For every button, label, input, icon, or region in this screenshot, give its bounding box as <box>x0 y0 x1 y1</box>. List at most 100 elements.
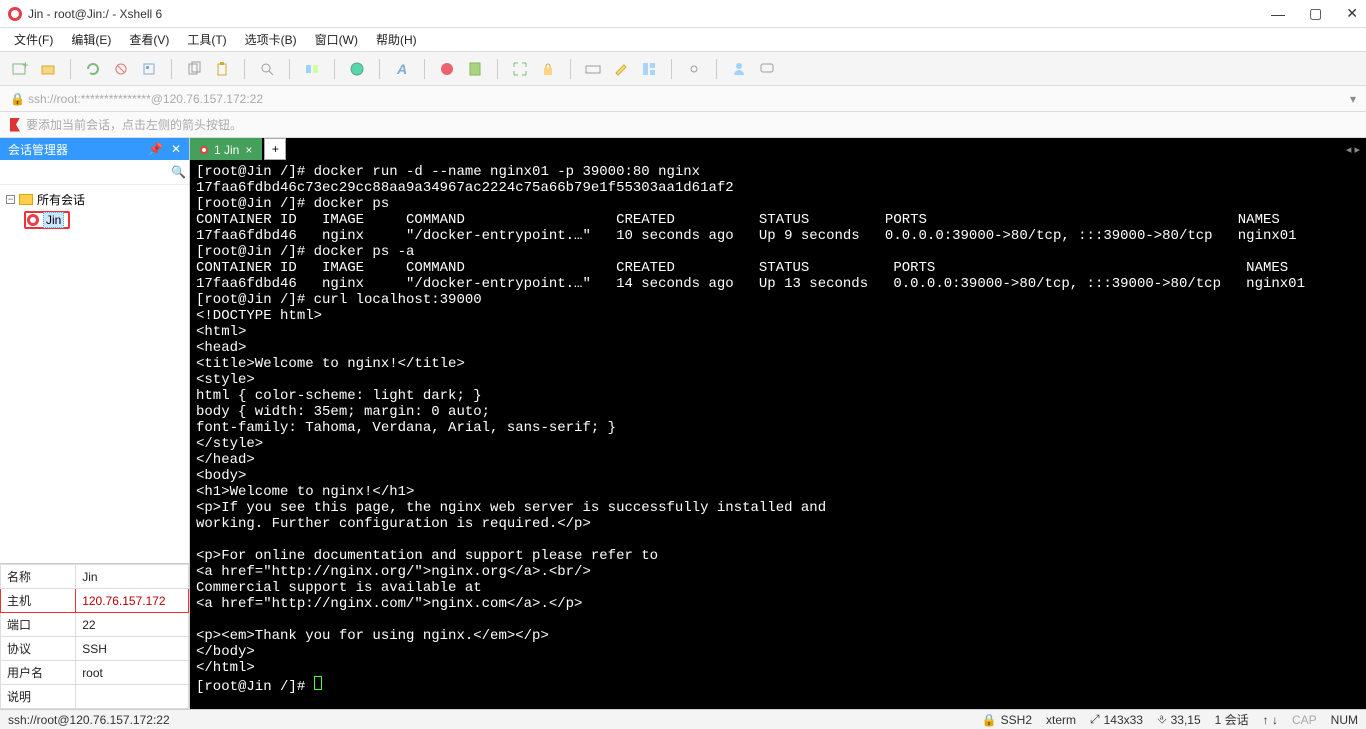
prop-row-port: 端口22 <box>1 613 189 637</box>
tree-session-label: Jin <box>43 212 64 228</box>
folder-icon <box>19 194 33 205</box>
address-text[interactable]: ssh://root:***************@120.76.157.17… <box>28 92 263 106</box>
tab-nav[interactable]: ◂ ▸ <box>1340 138 1366 160</box>
script-icon[interactable] <box>465 59 485 79</box>
separator <box>424 59 425 79</box>
separator <box>671 59 672 79</box>
menu-window[interactable]: 窗口(W) <box>315 31 358 48</box>
terminal[interactable]: [root@Jin /]# docker run -d --name nginx… <box>190 160 1366 709</box>
menu-file[interactable]: 文件(F) <box>14 31 53 48</box>
add-tab-button[interactable]: + <box>264 138 286 160</box>
separator <box>379 59 380 79</box>
tree-root-label: 所有会话 <box>37 191 85 208</box>
link-icon[interactable] <box>684 59 704 79</box>
prop-row-host: 主机120.76.157.172 <box>1 589 189 613</box>
address-bar: 🔒 ssh://root:***************@120.76.157.… <box>0 86 1366 112</box>
tab-close-icon[interactable]: × <box>245 143 252 157</box>
paste-icon[interactable] <box>212 59 232 79</box>
svg-text:+: + <box>22 61 28 72</box>
tab-label: 1 Jin <box>214 143 239 157</box>
cursor-icon: ⎀ <box>1157 712 1167 727</box>
keyboard-icon[interactable] <box>583 59 603 79</box>
user-icon[interactable] <box>729 59 749 79</box>
terminal-pane: 1 Jin × + ◂ ▸ [root@Jin /]# docker run -… <box>190 138 1366 709</box>
reconnect-icon[interactable] <box>83 59 103 79</box>
chat-icon[interactable] <box>757 59 777 79</box>
separator <box>171 59 172 79</box>
separator <box>244 59 245 79</box>
hint-bar: 要添加当前会话，点击左侧的箭头按钮。 <box>0 112 1366 138</box>
prop-row-name: 名称Jin <box>1 565 189 589</box>
status-pos: 33,15 <box>1171 713 1201 727</box>
font-icon[interactable]: A <box>392 59 412 79</box>
status-address: ssh://root@120.76.157.172:22 <box>8 713 170 727</box>
app-icon <box>8 7 22 21</box>
window-title: Jin - root@Jin:/ - Xshell 6 <box>28 7 162 21</box>
separator <box>334 59 335 79</box>
transfer-icon[interactable] <box>302 59 322 79</box>
maximize-button[interactable]: ▢ <box>1309 5 1322 22</box>
menu-bar: 文件(F) 编辑(E) 查看(V) 工具(T) 选项卡(B) 窗口(W) 帮助(… <box>0 28 1366 52</box>
properties-icon[interactable] <box>139 59 159 79</box>
title-bar: Jin - root@Jin:/ - Xshell 6 — ▢ ✕ <box>0 0 1366 28</box>
tab-status-icon <box>200 146 208 154</box>
status-term: xterm <box>1046 713 1076 727</box>
copy-icon[interactable] <box>184 59 204 79</box>
status-lock-icon: 🔒 <box>982 713 997 727</box>
tree-root[interactable]: − 所有会话 <box>6 189 183 209</box>
collapse-icon[interactable]: − <box>6 195 15 204</box>
fullscreen-icon[interactable] <box>510 59 530 79</box>
sidebar-search: 🔍 <box>0 160 189 185</box>
menu-view[interactable]: 查看(V) <box>129 31 169 48</box>
separator <box>570 59 571 79</box>
record-icon[interactable] <box>437 59 457 79</box>
window-controls: — ▢ ✕ <box>1271 5 1358 22</box>
globe-icon[interactable] <box>347 59 367 79</box>
disconnect-icon[interactable] <box>111 59 131 79</box>
status-cap: CAP <box>1292 713 1317 727</box>
search-input[interactable] <box>2 162 165 182</box>
menu-tools[interactable]: 工具(T) <box>187 31 226 48</box>
new-session-icon[interactable]: + <box>10 59 30 79</box>
separator <box>70 59 71 79</box>
session-tree[interactable]: − 所有会话 Jin <box>0 185 189 563</box>
lock-icon[interactable] <box>538 59 558 79</box>
status-bar: ssh://root@120.76.157.172:22 🔒 SSH2 xterm… <box>0 709 1366 729</box>
sidebar: 会话管理器 📌 ✕ 🔍 − 所有会话 Jin <box>0 138 190 709</box>
minimize-button[interactable]: — <box>1271 6 1285 22</box>
highlight-icon[interactable] <box>611 59 631 79</box>
menu-tabs[interactable]: 选项卡(B) <box>245 31 297 48</box>
status-size: 143x33 <box>1104 713 1143 727</box>
search-icon[interactable] <box>257 59 277 79</box>
prop-row-user: 用户名root <box>1 661 189 685</box>
tree-session-jin[interactable]: Jin <box>24 211 70 229</box>
properties-panel: 名称Jin 主机120.76.157.172 端口22 协议SSH 用户名roo… <box>0 563 189 709</box>
search-icon[interactable]: 🔍 <box>165 165 192 179</box>
menu-edit[interactable]: 编辑(E) <box>71 31 111 48</box>
address-dropdown-icon[interactable]: ▾ <box>1350 92 1356 106</box>
toolbar: + A <box>0 52 1366 86</box>
session-icon <box>27 214 39 226</box>
close-button[interactable]: ✕ <box>1346 5 1358 22</box>
status-num: NUM <box>1331 713 1358 727</box>
flag-icon <box>10 118 20 132</box>
open-icon[interactable] <box>38 59 58 79</box>
tab-jin[interactable]: 1 Jin × <box>190 138 262 160</box>
sidebar-header: 会话管理器 📌 ✕ <box>0 138 189 160</box>
separator <box>497 59 498 79</box>
sidebar-title: 会话管理器 <box>8 141 68 158</box>
sidebar-close-icon[interactable]: ✕ <box>171 142 181 156</box>
status-ssh: SSH2 <box>1001 713 1032 727</box>
hint-text: 要添加当前会话，点击左侧的箭头按钮。 <box>26 116 242 133</box>
lock-small-icon: 🔒 <box>10 92 22 106</box>
separator <box>716 59 717 79</box>
status-sessions: 1 会话 <box>1215 711 1249 728</box>
main-area: 会话管理器 📌 ✕ 🔍 − 所有会话 Jin <box>0 138 1366 709</box>
status-traffic: ↑ ↓ <box>1263 713 1278 727</box>
layout-icon[interactable] <box>639 59 659 79</box>
resize-icon: ⤢ <box>1090 712 1100 727</box>
menu-help[interactable]: 帮助(H) <box>376 31 417 48</box>
separator <box>289 59 290 79</box>
pin-icon[interactable]: 📌 <box>148 142 163 156</box>
prop-row-desc: 说明 <box>1 685 189 709</box>
